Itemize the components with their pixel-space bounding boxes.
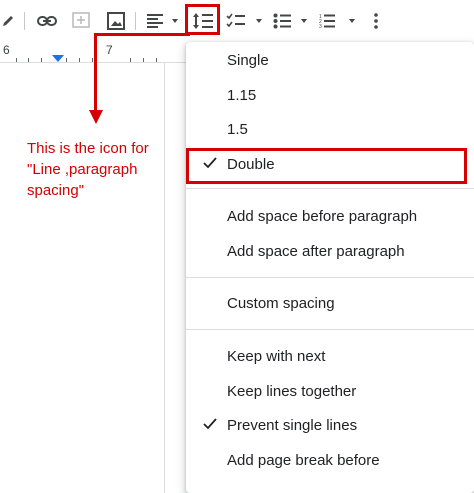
ruler-number: 7: [106, 43, 113, 57]
menu-item-add-space-before[interactable]: Add space before paragraph: [186, 200, 474, 234]
annotation-arrow: [94, 33, 97, 113]
menu-item-label: 1.15: [227, 87, 257, 104]
menu-item-label: Keep lines together: [227, 383, 357, 400]
indent-marker-icon[interactable]: [52, 55, 64, 62]
menu-item-keep-with-next[interactable]: Keep with next: [186, 340, 474, 374]
annotation-line: spacing": [27, 182, 85, 199]
menu-item-1-5[interactable]: 1.5: [186, 113, 474, 147]
add-comment-icon[interactable]: [68, 8, 94, 34]
menu-item-label: Add space after paragraph: [227, 243, 405, 260]
annotation-arrow-head: [89, 110, 103, 124]
menu-item-label: Custom spacing: [227, 295, 335, 312]
menu-item-custom-spacing[interactable]: Custom spacing: [186, 287, 474, 321]
menu-item-add-page-break-before[interactable]: Add page break before: [186, 444, 474, 478]
toolbar-divider: [135, 12, 136, 30]
menu-item-single[interactable]: Single: [186, 44, 474, 78]
align-left-icon[interactable]: [144, 8, 182, 34]
annotation-line: "Line ,paragraph: [27, 161, 138, 178]
annotation-text: This is the icon for "Line ,paragraph sp…: [27, 138, 167, 201]
line-spacing-menu: Single 1.15 1.5 Double Add space before …: [186, 42, 474, 493]
ruler-number: 6: [3, 43, 10, 57]
menu-item-label: Single: [227, 52, 269, 69]
menu-divider: [186, 188, 474, 189]
annotation-arrow: [94, 33, 190, 36]
menu-item-label: Add page break before: [227, 452, 380, 469]
menu-item-label: 1.5: [227, 121, 248, 138]
menu-item-add-space-after[interactable]: Add space after paragraph: [186, 235, 474, 269]
toolbar-divider: [24, 12, 25, 30]
edit-pencil-icon[interactable]: [0, 8, 16, 34]
svg-text:3: 3: [319, 24, 322, 29]
numbered-list-icon[interactable]: 123: [318, 8, 362, 34]
check-icon: [202, 416, 218, 436]
bulleted-list-icon[interactable]: [272, 8, 314, 34]
menu-item-keep-lines-together[interactable]: Keep lines together: [186, 375, 474, 409]
checklist-icon[interactable]: [226, 8, 266, 34]
annotation-line: This is the icon for: [27, 140, 149, 157]
menu-item-prevent-single-lines[interactable]: Prevent single lines: [186, 409, 474, 443]
double-highlight-box: [186, 148, 467, 184]
more-options-icon[interactable]: [366, 8, 386, 34]
menu-item-label: Keep with next: [227, 348, 326, 365]
page-edge: [164, 63, 165, 493]
menu-item-1-15[interactable]: 1.15: [186, 79, 474, 113]
icon-highlight-box: [185, 4, 220, 35]
toolbar: 123: [0, 0, 474, 40]
menu-item-label: Prevent single lines: [227, 417, 358, 434]
insert-image-icon[interactable]: [103, 8, 129, 34]
menu-item-label: Add space before paragraph: [227, 208, 418, 225]
menu-divider: [186, 277, 474, 278]
insert-link-icon[interactable]: [34, 8, 60, 34]
document-canvas[interactable]: [0, 63, 185, 493]
menu-divider: [186, 329, 474, 330]
